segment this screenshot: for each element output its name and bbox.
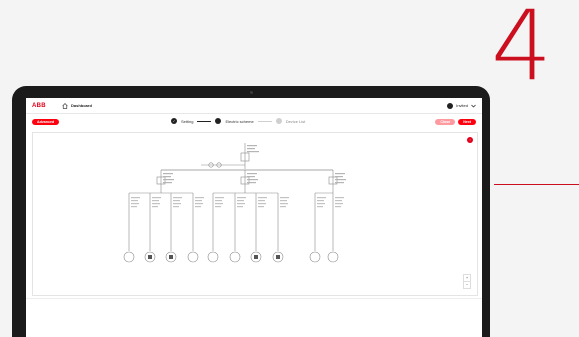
step-todo-icon bbox=[275, 118, 282, 124]
next-button[interactable]: Next bbox=[458, 119, 476, 125]
accent-line bbox=[494, 184, 579, 185]
zoom-out-button[interactable]: − bbox=[464, 281, 470, 288]
zoom-control: + − bbox=[463, 274, 471, 289]
step-device-list[interactable]: Device List bbox=[286, 119, 306, 124]
steps-bar: Advanced ✓ Setting Electric scheme Devic… bbox=[26, 114, 482, 130]
step-done-icon: ✓ bbox=[171, 118, 177, 124]
top-bar: ABB Dashboard Invited bbox=[26, 98, 482, 114]
step-active-icon bbox=[215, 118, 222, 124]
app-screen: ABB Dashboard Invited Advanced ✓ Setting bbox=[26, 98, 482, 337]
step-number: 4 bbox=[491, 0, 553, 102]
user-label: Invited bbox=[456, 103, 468, 108]
step-electric-scheme[interactable]: Electric scheme bbox=[225, 119, 253, 124]
laptop-frame: ABB Dashboard Invited Advanced ✓ Setting bbox=[12, 86, 490, 337]
advanced-button[interactable]: Advanced bbox=[32, 119, 60, 125]
bottom-panel bbox=[26, 298, 482, 337]
step-actions: Close Next bbox=[435, 119, 476, 125]
dashboard-link[interactable]: Dashboard bbox=[62, 102, 92, 109]
user-menu[interactable]: Invited bbox=[447, 102, 476, 109]
dashboard-label: Dashboard bbox=[71, 103, 92, 108]
step-connector bbox=[257, 120, 272, 122]
step-connector bbox=[197, 120, 212, 122]
scheme-canvas[interactable]: ! + − bbox=[32, 132, 478, 296]
electric-scheme-diagram bbox=[123, 143, 346, 263]
step-setting[interactable]: Setting bbox=[181, 119, 193, 124]
chevron-down-icon bbox=[471, 104, 476, 108]
stepper: ✓ Setting Electric scheme Device List bbox=[171, 118, 305, 124]
camera-icon bbox=[250, 91, 253, 94]
home-icon bbox=[62, 102, 68, 109]
avatar-icon bbox=[447, 102, 454, 109]
close-button[interactable]: Close bbox=[435, 119, 456, 125]
brand-logo: ABB bbox=[32, 102, 46, 109]
